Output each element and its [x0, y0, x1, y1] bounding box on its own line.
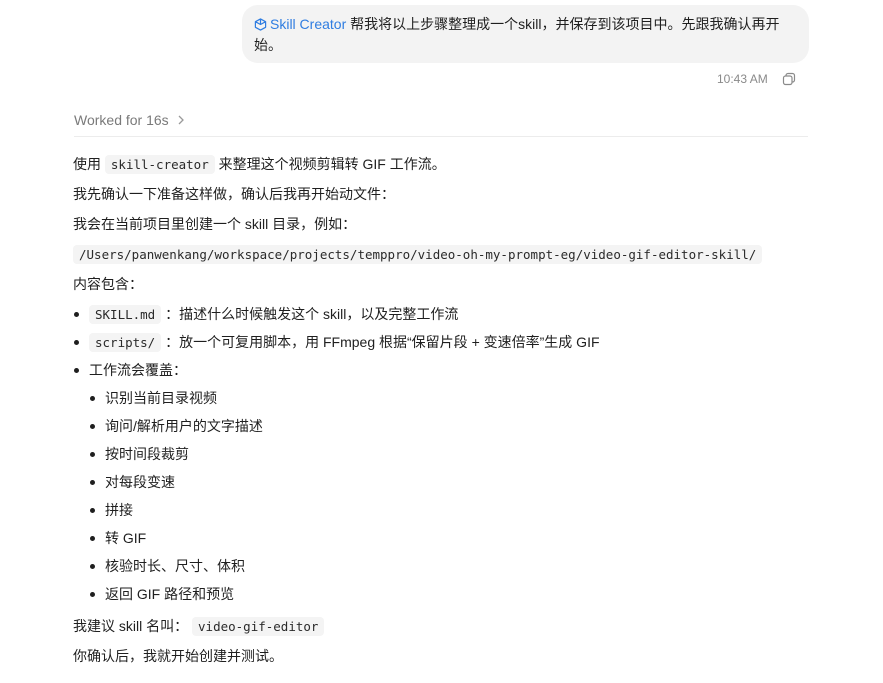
user-message-text-line2: 始。	[254, 37, 282, 53]
workflow-item: 转 GIF	[89, 524, 813, 552]
path-line: /Users/panwenkang/workspace/projects/tem…	[73, 240, 813, 270]
intro-suffix: 来整理这个视频剪辑转 GIF 工作流。	[218, 156, 446, 172]
intro-prefix: 使用	[73, 156, 101, 172]
workflow-item: 返回 GIF 路径和预览	[89, 580, 813, 608]
user-message-text-line1: 帮我将以上步骤整理成一个skill，并保存到该项目中。先跟我确认再开	[350, 16, 780, 32]
workflow-item: 按时间段裁剪	[89, 440, 813, 468]
inline-code-skill-creator: skill-creator	[104, 155, 215, 174]
list-item: SKILL.md ：描述什么时候触发这个 skill，以及完整工作流	[73, 300, 813, 328]
worked-for-toggle[interactable]: Worked for 16s	[74, 112, 185, 128]
skill-name-line: 我建议 skill 名叫： video-gif-editor	[73, 612, 813, 642]
workflow-sublist: 识别当前目录视频 询问/解析用户的文字描述 按时间段裁剪 对每段变速 拼接 转 …	[73, 384, 813, 608]
assistant-response: 使用 skill-creator 来整理这个视频剪辑转 GIF 工作流。 我先确…	[73, 150, 813, 672]
skill-chip[interactable]: Skill Creator	[254, 16, 346, 32]
copy-icon[interactable]	[782, 72, 796, 86]
skill-cube-icon	[254, 18, 267, 31]
workflow-item: 询问/解析用户的文字描述	[89, 412, 813, 440]
workflow-item: 核验时长、尺寸、体积	[89, 552, 813, 580]
workflow-item: 拼接	[89, 496, 813, 524]
worked-for-label: Worked for 16s	[74, 112, 169, 128]
workflow-item: 对每段变速	[89, 468, 813, 496]
workflow-item: 识别当前目录视频	[89, 384, 813, 412]
list-item: 工作流会覆盖：	[73, 356, 813, 384]
divider	[74, 136, 808, 137]
message-meta: 10:43 AM	[717, 72, 796, 86]
skill-chip-label: Skill Creator	[270, 16, 347, 32]
list-item-text: ：描述什么时候触发这个 skill，以及完整工作流	[165, 306, 459, 322]
inline-code-scripts: scripts/	[89, 333, 162, 352]
list-item: scripts/ ：放一个可复用脚本，用 FFmpeg 根据“保留片段 + 变速…	[73, 328, 813, 356]
confirm-line: 我先确认一下准备这样做，确认后我再开始动文件：	[73, 186, 395, 202]
plan-line: 我会在当前项目里创建一个 skill 目录，例如：	[73, 216, 357, 232]
chevron-right-icon	[178, 115, 184, 125]
list-item-text: ：放一个可复用脚本，用 FFmpeg 根据“保留片段 + 变速倍率”生成 GIF	[165, 334, 600, 350]
inline-code-skill-md: SKILL.md	[89, 305, 162, 324]
path-code: /Users/panwenkang/workspace/projects/tem…	[73, 245, 763, 264]
skill-name-prefix: 我建议 skill 名叫：	[73, 618, 189, 634]
message-timestamp: 10:43 AM	[717, 72, 768, 86]
contents-heading: 内容包含：	[73, 276, 143, 292]
contents-list: SKILL.md ：描述什么时候触发这个 skill，以及完整工作流 scrip…	[73, 300, 813, 384]
workflow-label: 工作流会覆盖：	[89, 362, 187, 378]
intro-line: 使用 skill-creator 来整理这个视频剪辑转 GIF 工作流。	[73, 150, 813, 180]
closing-line: 你确认后，我就开始创建并测试。	[73, 648, 283, 664]
user-message-bubble: Skill Creator 帮我将以上步骤整理成一个skill，并保存到该项目中…	[242, 5, 809, 63]
inline-code-skill-name: video-gif-editor	[192, 617, 325, 636]
